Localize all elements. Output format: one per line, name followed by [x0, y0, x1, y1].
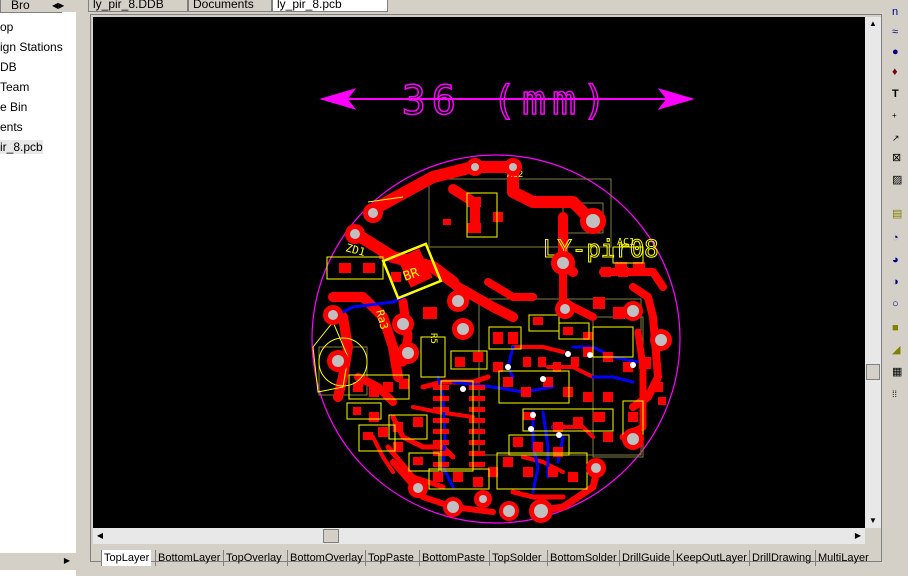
origin-icon[interactable]: ⊠ — [892, 150, 908, 166]
scroll-up-icon[interactable]: ▲ — [865, 17, 881, 31]
horizontal-scrollbar[interactable]: ◀ ▶ — [93, 528, 865, 544]
wave-icon[interactable]: ≈ — [892, 24, 908, 40]
explorer-tab-scroll[interactable]: ◀▶ — [52, 0, 76, 12]
tree-item-design-stations[interactable]: ign Stations — [0, 40, 63, 54]
component-icon[interactable]: ▤ — [892, 206, 908, 222]
pin-icon[interactable]: ♦ — [892, 64, 908, 80]
vertical-scroll-thumb[interactable] — [866, 364, 880, 380]
tab-topoverlay[interactable]: TopOverlay — [223, 550, 284, 566]
tab-bottomlayer[interactable]: BottomLayer — [155, 550, 222, 566]
tab-drilldrawing[interactable]: DrillDrawing — [749, 550, 813, 566]
tab-topsolder[interactable]: TopSolder — [489, 550, 544, 566]
arc-any-icon[interactable]: ◑ — [892, 274, 908, 290]
tab-pcb[interactable]: ly_pir_8.pcb — [272, 0, 388, 12]
hatch-icon[interactable]: ▨ — [892, 172, 908, 188]
tab-bottomsolder[interactable]: BottomSolder — [547, 550, 619, 566]
tree-item-documents[interactable]: ents — [0, 120, 23, 134]
tab-multilayer[interactable]: MultiLayer — [815, 550, 871, 566]
layer-tabs: TopLayer BottomLayer TopOverlay BottomOv… — [93, 548, 878, 568]
pcb-drawing[interactable]: 36 (mm) LY-pir08 ZD1 BR Ra3 AC1 R5 — [93, 17, 865, 528]
scroll-right-icon[interactable]: ▶ — [851, 529, 865, 543]
tree-item-desktop[interactable]: op — [0, 20, 13, 34]
horizontal-scroll-thumb[interactable] — [323, 529, 339, 543]
tab-documents[interactable]: Documents — [188, 0, 272, 12]
tab-keepoutlayer[interactable]: KeepOutLayer — [673, 550, 749, 566]
point-icon[interactable]: ● — [892, 44, 908, 60]
label-ra3: Ra3 — [373, 308, 391, 331]
tree-item-pcb[interactable]: ir_8.pcb — [0, 140, 43, 154]
layer-stack-icon[interactable]: ▦ — [892, 364, 908, 380]
scroll-left-icon[interactable]: ◀ — [93, 529, 107, 543]
polygon-icon[interactable]: ◢ — [892, 342, 908, 358]
label-r5: R5 — [428, 333, 438, 344]
explorer-panel: Bro ◀▶ op ign Stations DB Team e Bin ent… — [0, 0, 77, 576]
dimension-icon[interactable]: ↗ — [892, 130, 908, 146]
scroll-down-icon[interactable]: ▼ — [865, 514, 881, 528]
tree-item-ddb[interactable]: DB — [0, 60, 17, 74]
tab-ddb[interactable]: ly_pir_8.DDB — [88, 0, 188, 12]
pcb-canvas[interactable]: 36 (mm) LY-pir08 ZD1 BR Ra3 AC1 R5 — [93, 17, 865, 528]
tree-item-recycle-bin[interactable]: e Bin — [0, 100, 27, 114]
tree-item-team[interactable]: Team — [0, 80, 29, 94]
arc-center-icon[interactable]: ◔ — [892, 230, 908, 246]
explorer-hscroll[interactable]: ▶ — [0, 552, 76, 570]
tab-toppaste[interactable]: TopPaste — [365, 550, 416, 566]
placement-toolbar: n ≈ ● ♦ T + ↗ ⊠ ▨ ▤ ◔ ◕ ◑ ○ ■ ◢ ▦ ⁞⁞ — [890, 0, 908, 576]
label-ac1: AC1 — [617, 237, 635, 248]
document-tabs: ly_pir_8.DDB Documents ly_pir_8.pcb — [88, 0, 888, 12]
fill-icon[interactable]: ■ — [892, 320, 908, 336]
coordinate-icon[interactable]: + — [892, 108, 908, 124]
text-icon[interactable]: T — [892, 86, 908, 102]
circle-icon[interactable]: ○ — [892, 296, 908, 312]
dimension-label: 36 (mm) — [402, 78, 613, 124]
grid-icon[interactable]: ⁞⁞ — [892, 386, 908, 402]
tab-bottompaste[interactable]: BottomPaste — [419, 550, 487, 566]
tab-bottomoverlay[interactable]: BottomOverlay — [287, 550, 365, 566]
tab-toplayer[interactable]: TopLayer — [101, 550, 152, 566]
window-label: n — [892, 6, 899, 18]
tab-drillguide[interactable]: DrillGuide — [619, 550, 672, 566]
scroll-right-icon[interactable]: ▶ — [60, 554, 74, 568]
vertical-scrollbar[interactable]: ▲ ▼ — [865, 17, 881, 528]
splitter[interactable] — [76, 0, 88, 576]
arc-edge-icon[interactable]: ◕ — [892, 252, 908, 268]
